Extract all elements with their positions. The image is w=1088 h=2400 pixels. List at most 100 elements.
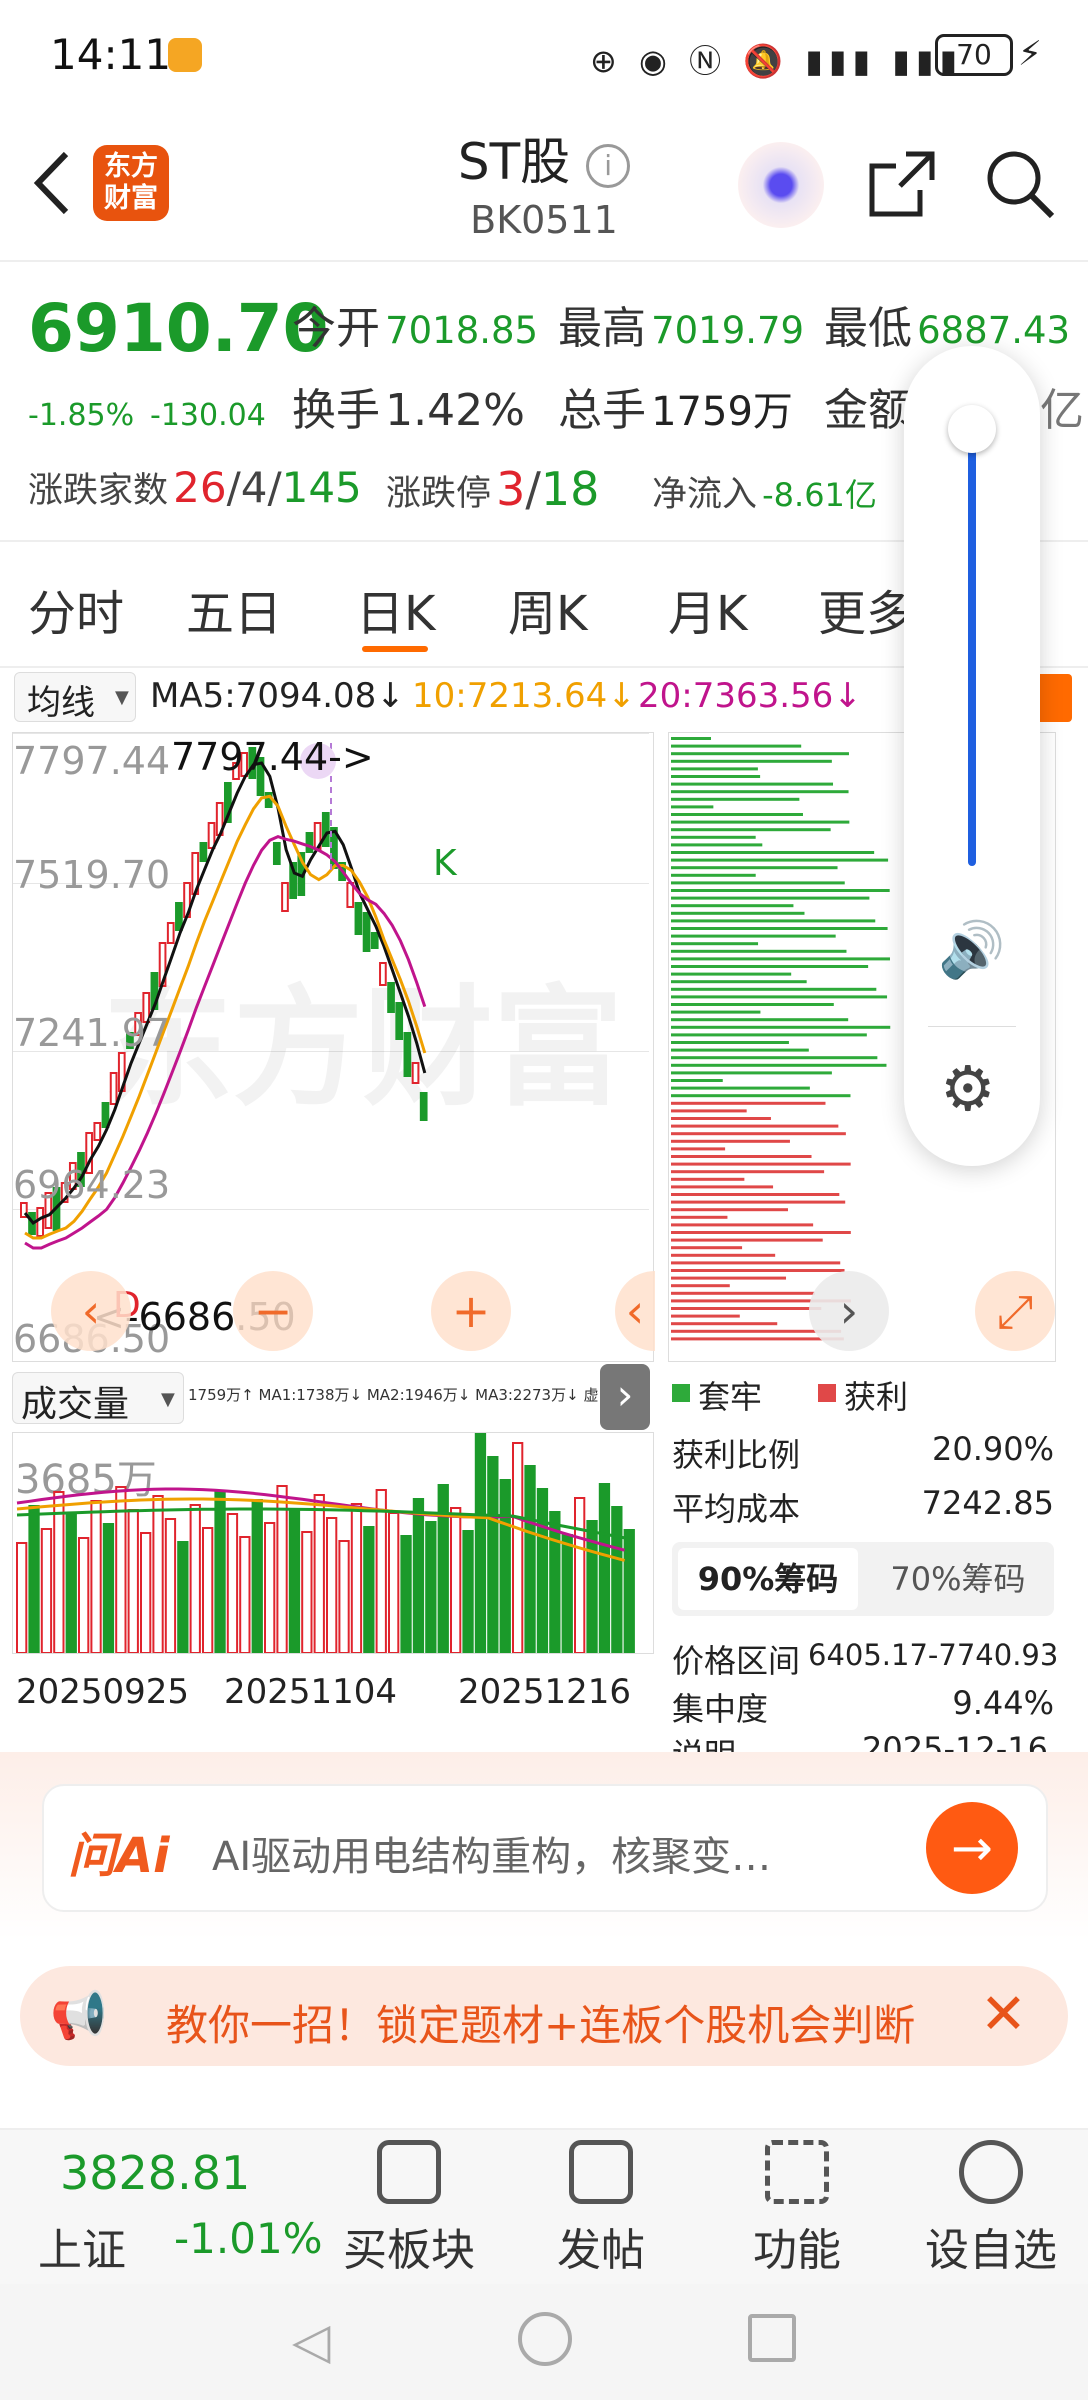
ma-selector[interactable]: 均线 ▼ — [14, 672, 136, 723]
close-icon[interactable]: ✕ — [980, 1982, 1027, 2047]
tab-five-day[interactable]: 五日 — [186, 574, 282, 644]
limit-label: 涨跌停 — [386, 474, 492, 514]
volume-slider-knob[interactable] — [948, 405, 996, 453]
nav-buy-sector[interactable]: 买板块 — [334, 2140, 484, 2278]
nav-functions[interactable]: 功能 — [722, 2140, 872, 2278]
chip-bar — [671, 1322, 778, 1326]
volume-bar — [202, 1527, 214, 1653]
chip-bar — [671, 805, 714, 809]
tab-chip-90[interactable]: 90%筹码 — [678, 1548, 858, 1610]
search-button[interactable] — [984, 148, 1056, 224]
candlestick — [411, 1062, 420, 1084]
chip-bar — [671, 1063, 887, 1067]
promo-banner[interactable]: 📢 教你一招！锁定题材+连板个股机会判断 ✕ — [20, 1966, 1068, 2066]
ai-robot-icon[interactable] — [738, 142, 824, 228]
note-value: 2025-12-16 — [862, 1730, 1048, 1752]
change-abs: -130.04 — [150, 398, 266, 433]
expand-panel-icon[interactable] — [1036, 674, 1072, 722]
volume-bar — [90, 1500, 102, 1653]
more-icon — [959, 2140, 1023, 2204]
volume-selector[interactable]: 成交量 ▼ — [12, 1372, 184, 1425]
chip-bar — [671, 1314, 740, 1318]
chip-bar — [671, 911, 805, 915]
battery-icon: 70 — [935, 34, 1013, 76]
chip-bar — [671, 1276, 787, 1280]
chip-bar — [671, 896, 870, 900]
chip-bar — [671, 1041, 789, 1044]
weibo-icon — [168, 38, 202, 72]
volume-bar — [214, 1490, 226, 1653]
high-stat: 最高 7019.79 — [558, 292, 804, 356]
chip-bar — [671, 797, 800, 801]
chip-bar — [671, 1238, 823, 1242]
battery-level: 70 — [956, 38, 992, 71]
volume-bar — [301, 1531, 313, 1653]
chip-next-button[interactable]: › — [809, 1271, 889, 1351]
share-button[interactable] — [866, 148, 938, 224]
ai-search-bar[interactable]: 问Ai AI驱动用电结构重构，核聚变… → — [42, 1784, 1048, 1912]
limit-down: 18 — [540, 462, 600, 516]
settings-gear-icon[interactable]: ⚙ — [940, 1052, 996, 1125]
system-home-icon[interactable] — [518, 2312, 572, 2366]
turnover-value: 1.42% — [385, 385, 525, 436]
zoom-out-button[interactable]: − — [233, 1271, 313, 1351]
chip-bar — [671, 1200, 846, 1204]
nav-add-watchlist[interactable]: 设自选 — [916, 2140, 1066, 2278]
candlestick — [362, 912, 371, 952]
candlestick — [175, 902, 183, 931]
low-stat: 最低 6887.43 — [824, 292, 1070, 356]
volume-expand-button[interactable]: › — [600, 1364, 650, 1430]
candlestick — [387, 982, 395, 1013]
scroll-left-button[interactable]: ‹ — [51, 1271, 131, 1351]
chip-bar — [671, 934, 836, 938]
chip-bar — [671, 1048, 809, 1052]
kline-chart[interactable]: 东方财富 7797.44 7797.44-> 7519.70 7241.97 6… — [12, 732, 655, 1362]
chip-bar — [671, 1025, 891, 1029]
ma5-value: MA5:7094.08↓ — [150, 676, 405, 716]
tab-chip-70[interactable]: 70%筹码 — [868, 1548, 1048, 1610]
active-tab-indicator — [362, 646, 428, 652]
volume-bar — [437, 1484, 449, 1653]
chip-bar — [671, 1162, 851, 1166]
volume-panel: 🔊 ⚙ — [904, 346, 1040, 1166]
chip-bar — [671, 949, 847, 953]
chip-bar — [671, 851, 875, 854]
volume-info: 1759万↑ MA1:1738万↓ MA2:1946万↓ MA3:2273万↓ … — [188, 1386, 598, 1404]
tab-more[interactable]: 更多 — [818, 574, 914, 644]
index-value: 3828.81 — [60, 2146, 251, 2200]
updown-up: 26 — [173, 463, 227, 512]
chip-bar — [671, 866, 838, 870]
volume-bar — [561, 1534, 573, 1653]
chip-bar — [671, 820, 850, 824]
volume-selector-label: 成交量 — [21, 1384, 130, 1425]
tab-daily-k[interactable]: 日K — [356, 574, 435, 644]
volume-bar — [487, 1456, 499, 1653]
chip-bar — [671, 873, 756, 877]
updown-flat: 4 — [240, 463, 268, 512]
speaker-icon[interactable]: 🔊 — [938, 918, 1005, 982]
updown-stat: 涨跌家数 26/4/145 — [28, 463, 362, 512]
volume-value: 1759万 — [651, 389, 793, 435]
nav-post[interactable]: 发帖 — [526, 2140, 676, 2278]
candlestick — [321, 812, 330, 847]
volume-bar — [226, 1513, 239, 1653]
chip-bar — [671, 775, 761, 778]
system-back-icon[interactable]: ◁ — [292, 2312, 330, 2370]
tab-intraday[interactable]: 分时 — [28, 574, 124, 644]
tab-monthly-k[interactable]: 月K — [668, 574, 747, 644]
tab-weekly-k[interactable]: 周K — [508, 574, 587, 644]
chip-bar — [671, 813, 803, 816]
candlestick — [395, 1002, 404, 1040]
edit-icon — [569, 2140, 633, 2204]
volume-bar — [350, 1503, 363, 1653]
volume-bar — [338, 1540, 350, 1653]
volume-bar — [53, 1491, 65, 1653]
ai-submit-arrow-icon[interactable]: → — [926, 1802, 1018, 1894]
zoom-in-button[interactable]: + — [431, 1271, 511, 1351]
chip-expand-button[interactable]: ⤢ — [975, 1271, 1055, 1351]
low-value: 6887.43 — [917, 309, 1071, 352]
open-value: 7018.85 — [385, 309, 539, 352]
system-recents-icon[interactable] — [748, 2314, 796, 2362]
info-icon[interactable]: i — [586, 143, 631, 188]
dropdown-icon: ▼ — [161, 1389, 175, 1410]
